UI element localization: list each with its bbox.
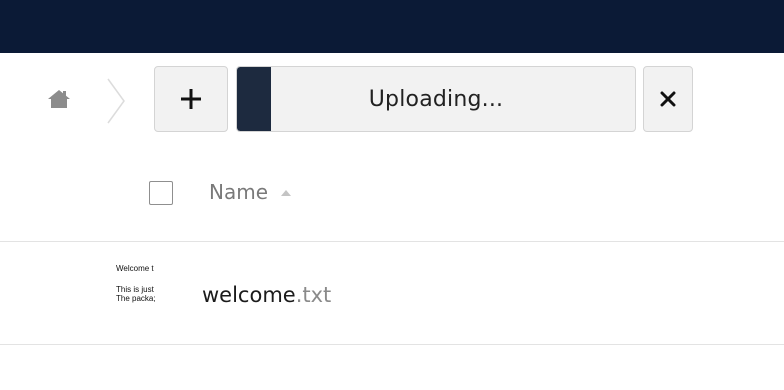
thumbnail-line: Welcome t	[116, 264, 154, 273]
file-name[interactable]: welcome.txt	[202, 282, 331, 308]
thumbnail-line: The packa;	[116, 294, 156, 303]
sort-up-icon	[281, 190, 292, 196]
home-icon	[48, 90, 70, 108]
files-app: Uploading... Name Welcome t This is just…	[0, 0, 784, 390]
plus-icon	[181, 89, 201, 109]
home-breadcrumb[interactable]	[42, 84, 76, 114]
file-row[interactable]: Welcome t This is just The packa; welcom…	[0, 242, 784, 345]
chevron-right-icon	[107, 78, 125, 124]
upload-progress-bar: Uploading...	[236, 66, 636, 132]
select-all-checkbox[interactable]	[149, 181, 173, 205]
close-icon	[660, 91, 676, 107]
top-header-bar	[0, 0, 784, 53]
file-list-header: Name	[0, 139, 784, 242]
file-list-empty-area	[0, 345, 784, 390]
cancel-upload-button[interactable]	[643, 66, 693, 132]
thumbnail-line: This is just	[116, 285, 154, 294]
upload-status-label: Uploading...	[368, 86, 504, 112]
file-name-extension: .txt	[295, 283, 332, 307]
new-button[interactable]	[154, 66, 228, 132]
name-column-label: Name	[209, 180, 269, 204]
file-thumbnail: Welcome t This is just The packa;	[116, 264, 188, 320]
controls-bar: Uploading...	[0, 53, 784, 139]
file-name-base: welcome	[202, 283, 296, 307]
name-column-header[interactable]: Name	[209, 177, 292, 207]
